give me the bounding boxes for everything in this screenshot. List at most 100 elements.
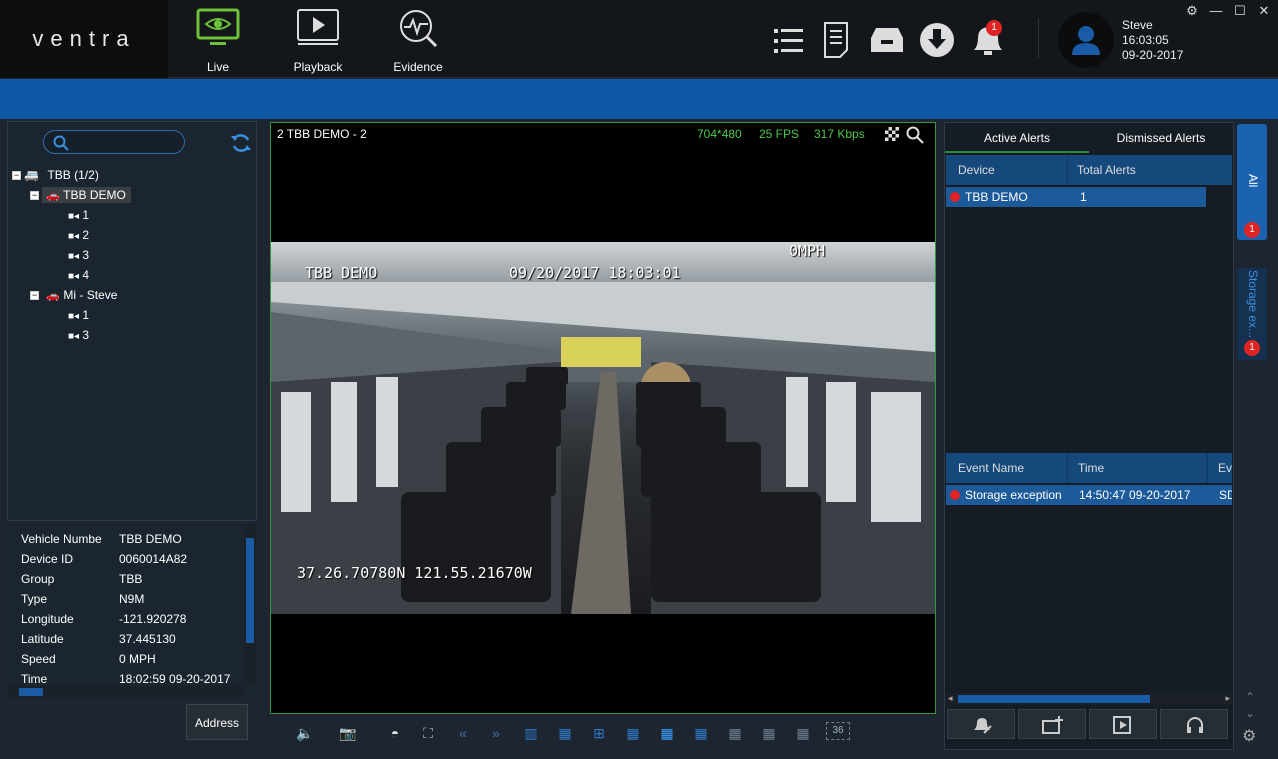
tree-vehicle[interactable]: − 🚗 TBB DEMO — [30, 186, 131, 204]
layout-1x2-icon[interactable]: ▥ — [521, 723, 541, 743]
tree-channel[interactable]: ■◂ 3 — [68, 246, 89, 264]
info-key: Latitude — [21, 632, 64, 646]
horizontal-scrollbar[interactable] — [7, 686, 244, 698]
nav-playback-label: Playback — [293, 60, 343, 74]
tab-active-alerts[interactable]: Active Alerts — [945, 123, 1089, 153]
bell-icon[interactable]: 1 — [968, 20, 1004, 60]
tree-vehicle[interactable]: − 🚗 Mi - Steve — [30, 286, 117, 304]
tree-channel[interactable]: ■◂ 4 — [68, 266, 89, 284]
collapse-icon[interactable]: − — [30, 291, 39, 301]
tree-channel[interactable]: ■◂ 1 — [68, 206, 89, 224]
event-extra-cell: SD — [1219, 488, 1232, 502]
camera-icon: ■◂ — [68, 251, 80, 262]
add-evidence-button[interactable] — [1018, 709, 1086, 739]
top-bar: ventra Live Playback Evidence 1 Steve 16… — [0, 0, 1278, 78]
tab-dismissed-alerts[interactable]: Dismissed Alerts — [1089, 123, 1233, 153]
bell-badge: 1 — [986, 20, 1002, 36]
column-header[interactable]: Ev — [1218, 453, 1232, 483]
avatar[interactable] — [1058, 12, 1114, 68]
vehicle-label: TBB DEMO — [63, 188, 126, 202]
tree-channel[interactable]: ■◂ 1 — [68, 306, 89, 324]
alert-filter-tabs: All 1 Storage ex... 1 ⌃ ⌄ ⚙ — [1237, 122, 1267, 750]
layout-36-icon[interactable]: 36 — [826, 722, 850, 740]
settings-icon[interactable]: ⚙ — [1242, 726, 1256, 746]
monitor-eye-icon — [196, 8, 240, 45]
vertical-scrollbar[interactable] — [244, 524, 256, 686]
layout-10-icon[interactable]: ▦ — [691, 723, 711, 743]
vehicle-offline-icon: 🚗 — [46, 290, 61, 302]
fullscreen-icon[interactable]: ⛶ — [418, 723, 438, 743]
channel-label: 1 — [82, 208, 90, 222]
archive-icon[interactable] — [868, 20, 904, 60]
maximize-icon[interactable]: ☐ — [1232, 3, 1248, 19]
nav-evidence-button[interactable]: Evidence — [368, 0, 468, 78]
collapse-icon[interactable]: − — [12, 171, 21, 181]
user-icon — [1072, 26, 1100, 55]
column-header[interactable]: Event Name — [958, 453, 1024, 483]
user-time: 16:03:05 — [1122, 33, 1169, 47]
snapshot-camera-icon[interactable]: 📷 — [338, 723, 358, 743]
scroll-right-icon[interactable]: ▸ — [1225, 693, 1230, 704]
device-table-header: Device Total Alerts — [946, 155, 1232, 185]
scroll-down-icon[interactable]: ⌄ — [1245, 706, 1255, 720]
checkerboard-icon[interactable] — [885, 127, 899, 141]
tree-root[interactable]: − 🚐 TBB (1/2) — [12, 166, 99, 184]
settings-gear-icon[interactable]: ⚙ — [1184, 3, 1200, 19]
layout-13-icon[interactable]: ▦ — [725, 723, 745, 743]
column-header[interactable]: Total Alerts — [1077, 155, 1136, 185]
layout-16-icon[interactable]: ▦ — [759, 723, 779, 743]
window-controls: ⚙ — ☐ ✕ — [1184, 3, 1272, 19]
ptz-dome-icon[interactable]: ◓ — [385, 723, 405, 743]
download-icon[interactable] — [918, 20, 954, 60]
channel-label: 3 — [82, 328, 90, 342]
total-cell: 1 — [1080, 190, 1087, 204]
layout-6-icon[interactable]: ▦ — [623, 723, 643, 743]
app-logo: ventra — [0, 0, 168, 78]
layout-9-icon[interactable]: ▦ — [657, 723, 677, 743]
nav-live-button[interactable]: Live — [168, 0, 268, 78]
fleet-icon: 🚐 — [24, 168, 40, 182]
camera-icon: ■◂ — [68, 231, 80, 242]
column-header[interactable]: Device — [958, 155, 995, 185]
table-row[interactable]: Storage exception 14:50:47 09-20-2017 SD — [946, 485, 1232, 505]
horizontal-scrollbar[interactable]: ◂ ▸ — [946, 693, 1232, 705]
address-button[interactable]: Address — [186, 704, 248, 740]
scroll-thumb[interactable] — [246, 538, 254, 643]
column-header[interactable]: Time — [1078, 453, 1104, 483]
device-tree-panel: − 🚐 TBB (1/2) − 🚗 TBB DEMO ■◂ 1 ■◂ 2 ■◂ … — [7, 121, 257, 521]
nav-evidence-label: Evidence — [393, 60, 443, 74]
search-input[interactable] — [43, 130, 185, 154]
tree-channel[interactable]: ■◂ 2 — [68, 226, 89, 244]
layout-25-icon[interactable]: ▦ — [793, 723, 813, 743]
close-icon[interactable]: ✕ — [1256, 3, 1272, 19]
collapse-icon[interactable]: − — [30, 191, 39, 201]
scroll-up-icon[interactable]: ⌃ — [1245, 690, 1255, 704]
vehicle-online-icon: 🚗 — [46, 190, 61, 202]
tree-channel[interactable]: ■◂ 3 — [68, 326, 89, 344]
channel-label: 3 — [82, 248, 90, 262]
layout-3-icon[interactable]: ▦ — [555, 723, 575, 743]
user-info: Steve 16:03:05 09-20-2017 — [1122, 18, 1183, 63]
next-page-icon[interactable]: » — [486, 723, 506, 743]
scroll-thumb[interactable] — [958, 695, 1150, 703]
scroll-left-icon[interactable]: ◂ — [948, 693, 953, 704]
scroll-thumb[interactable] — [19, 688, 43, 696]
video-panel[interactable]: 2 TBB DEMO - 2 704*480 25 FPS 317 Kbps T… — [270, 122, 936, 714]
dismiss-alert-button[interactable] — [947, 709, 1015, 739]
video-resolution: 704*480 — [697, 127, 742, 141]
play-clip-button[interactable] — [1089, 709, 1157, 739]
side-tab-storage[interactable]: Storage ex... 1 — [1237, 268, 1267, 360]
refresh-icon[interactable] — [230, 132, 252, 154]
previous-page-icon[interactable]: « — [453, 723, 473, 743]
minimize-icon[interactable]: — — [1208, 3, 1224, 19]
list-icon[interactable] — [770, 20, 806, 60]
table-row[interactable]: TBB DEMO 1 — [946, 187, 1206, 207]
report-icon[interactable] — [820, 20, 856, 60]
osd-datetime: 09/20/2017 18:03:01 — [509, 264, 681, 282]
layout-4-icon[interactable]: ⊞ — [589, 723, 609, 743]
side-tab-all[interactable]: All 1 — [1237, 124, 1267, 240]
volume-icon[interactable]: 🔈 — [295, 723, 315, 743]
nav-playback-button[interactable]: Playback — [268, 0, 368, 78]
intercom-button[interactable] — [1160, 709, 1228, 739]
zoom-icon[interactable] — [906, 126, 924, 144]
